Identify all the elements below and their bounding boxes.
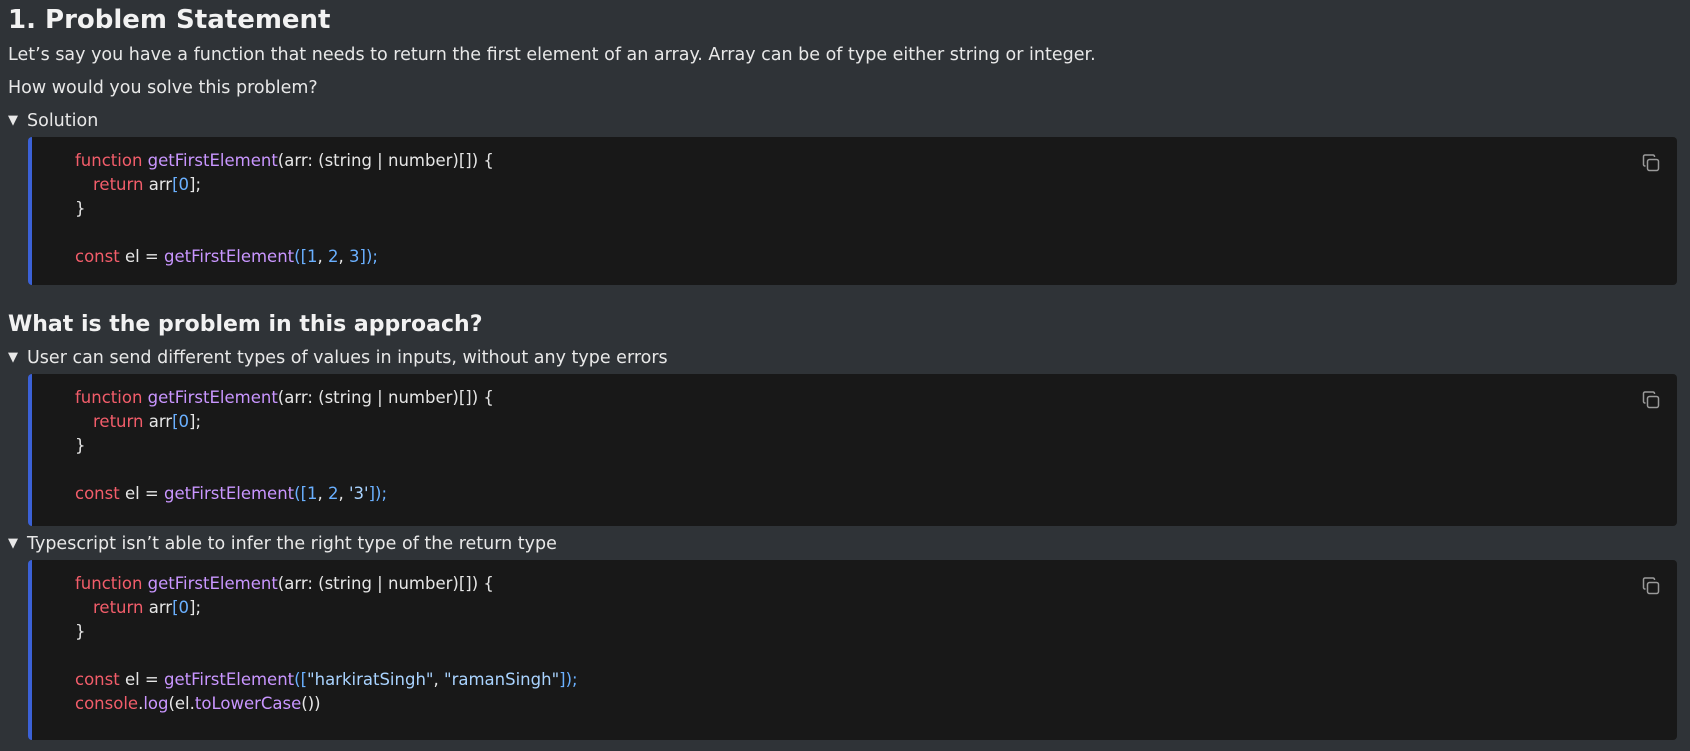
page: 1. Problem Statement Let’s say you have …: [0, 0, 1690, 751]
copy-icon[interactable]: [1641, 390, 1661, 410]
code-keyword: return: [93, 598, 144, 617]
code-text: ([: [294, 670, 308, 689]
code-text: }: [75, 436, 86, 455]
toggle-solution[interactable]: ▼ Solution: [8, 109, 1690, 133]
code-text: ([: [294, 247, 308, 266]
code-keyword: const: [75, 484, 120, 503]
code-text: ,: [317, 247, 329, 266]
code-keyword: console: [75, 694, 139, 713]
copy-icon[interactable]: [1641, 576, 1661, 596]
toggle-label: Typescript isn’t able to infer the right…: [27, 534, 557, 554]
code-line: }: [75, 197, 1677, 221]
code-block-type-errors: function getFirstElement(arr: (string | …: [28, 374, 1677, 526]
code-keyword: function: [75, 574, 143, 593]
code-line: }: [75, 434, 1677, 458]
code-line: function getFirstElement(arr: (string | …: [75, 386, 1677, 410]
code-string: "harkiratSingh": [307, 670, 434, 689]
code-number: 2: [328, 484, 339, 503]
code-block-solution: function getFirstElement(arr: (string | …: [28, 137, 1677, 285]
code-function-name: getFirstElement: [164, 670, 295, 689]
code-text: arr: [148, 598, 173, 617]
code-text: ];: [189, 175, 202, 194]
code-line: const el = getFirstElement(["harkiratSin…: [75, 668, 1677, 692]
code-line: function getFirstElement(arr: (string | …: [75, 149, 1677, 173]
code-number: 1: [307, 484, 318, 503]
code-text: (arr: (string | number)[]) {: [277, 151, 494, 170]
code-number: 1: [307, 247, 318, 266]
triangle-down-icon[interactable]: ▼: [8, 532, 20, 556]
code-keyword: const: [75, 670, 120, 689]
code-keyword: return: [93, 175, 144, 194]
code-line: return arr[0];: [75, 410, 1677, 434]
question-paragraph: How would you solve this problem?: [8, 78, 318, 98]
code-text: arr: [148, 175, 173, 194]
code-line: const el = getFirstElement([1, 2, '3']);: [75, 482, 1677, 506]
code-text: ]);: [368, 484, 388, 503]
code-line: const el = getFirstElement([1, 2, 3]);: [75, 245, 1677, 269]
code-function-name: toLowerCase: [194, 694, 302, 713]
code-text: ,: [433, 670, 444, 689]
code-text: }: [75, 622, 86, 641]
code-function-name: getFirstElement: [147, 151, 278, 170]
section-heading: What is the problem in this approach?: [8, 312, 483, 337]
code-text: (el.: [168, 694, 195, 713]
copy-icon[interactable]: [1641, 153, 1661, 173]
code-function-name: getFirstElement: [164, 484, 295, 503]
toggle-label: Solution: [27, 111, 99, 131]
code-text: ,: [317, 484, 329, 503]
code-text: ()): [301, 694, 321, 713]
code-keyword: function: [75, 151, 143, 170]
code-line: return arr[0];: [75, 596, 1677, 620]
code-number: 0: [178, 175, 190, 194]
code-number: 3: [349, 247, 360, 266]
code-function-name: getFirstElement: [147, 388, 278, 407]
code-number: 0: [178, 412, 190, 431]
code-text: ]);: [559, 670, 578, 689]
code-keyword: function: [75, 388, 143, 407]
code-text: ];: [189, 598, 202, 617]
code-line: return arr[0];: [75, 173, 1677, 197]
code-keyword: return: [93, 412, 144, 431]
toggle-return-type[interactable]: ▼ Typescript isn’t able to infer the rig…: [8, 532, 1690, 556]
page-title: 1. Problem Statement: [8, 5, 331, 35]
code-line: function getFirstElement(arr: (string | …: [75, 572, 1677, 596]
code-line: console.log(el.toLowerCase()): [75, 692, 1677, 716]
code-text: ]);: [359, 247, 378, 266]
code-string: '3': [349, 484, 369, 503]
toggle-label: User can send different types of values …: [27, 348, 668, 368]
code-text: }: [75, 199, 86, 218]
code-number: 2: [328, 247, 339, 266]
triangle-down-icon[interactable]: ▼: [8, 109, 20, 133]
code-block-return-type: function getFirstElement(arr: (string | …: [28, 560, 1677, 740]
toggle-type-errors[interactable]: ▼ User can send different types of value…: [8, 346, 1690, 370]
code-text: ];: [189, 412, 202, 431]
code-text: ,: [338, 484, 350, 503]
intro-paragraph: Let’s say you have a function that needs…: [8, 45, 1096, 65]
code-function-name: getFirstElement: [147, 574, 278, 593]
code-line: }: [75, 620, 1677, 644]
code-text: ,: [338, 247, 350, 266]
code-text: el =: [119, 484, 164, 503]
code-string: "ramanSingh": [444, 670, 560, 689]
code-number: 0: [178, 598, 190, 617]
code-text: ([: [294, 484, 308, 503]
triangle-down-icon[interactable]: ▼: [8, 346, 20, 370]
code-text: el =: [119, 670, 164, 689]
code-text: (arr: (string | number)[]) {: [277, 388, 494, 407]
code-text: el =: [119, 247, 164, 266]
code-text: (arr: (string | number)[]) {: [277, 574, 494, 593]
code-text: arr: [148, 412, 173, 431]
code-function-name: log: [143, 694, 169, 713]
code-function-name: getFirstElement: [164, 247, 295, 266]
code-keyword: const: [75, 247, 120, 266]
